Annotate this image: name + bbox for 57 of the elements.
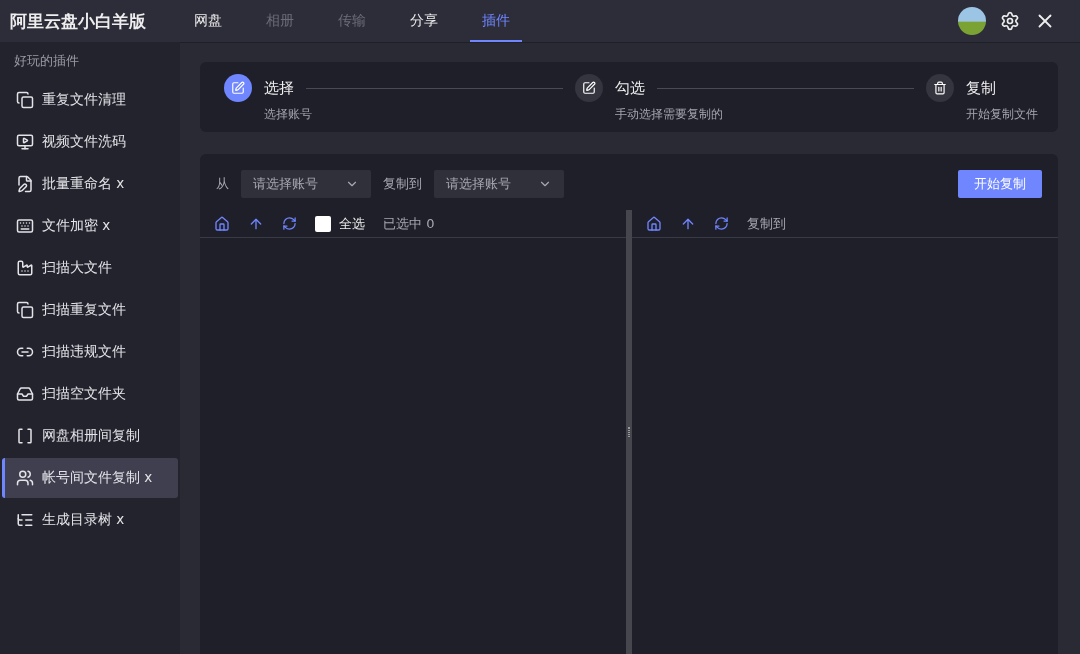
step-title: 选择 [264,79,294,98]
brackets-icon [16,427,34,445]
select-all-label: 全选 [339,214,365,233]
home-icon[interactable] [646,215,662,232]
from-label: 从 [216,175,229,193]
sidebar-item[interactable]: 批量重命名 x [2,164,178,204]
sidebar-item-label: 重复文件清理 [42,91,126,109]
sidebar-item-label: 网盘相册间复制 [42,427,140,445]
sidebar-item[interactable]: 扫描违规文件 [2,332,178,372]
account-select[interactable]: 请选择账号 [241,170,371,198]
users-icon [16,469,34,487]
app-title: 阿里云盘小白羊版 [10,9,147,33]
edit-icon [16,175,34,193]
sidebar-item-label: 视频文件洗码 [42,133,126,151]
copy-icon [16,91,34,109]
screen-icon [16,133,34,151]
tray-icon [16,385,34,403]
account-select[interactable]: 请选择账号 [434,170,564,198]
sidebar-item-label: 批量重命名 x [42,175,125,193]
sidebar-item[interactable]: 重复文件清理 [2,80,178,120]
sidebar-item[interactable]: 文件加密 x [2,206,178,246]
refresh-icon[interactable] [714,216,729,231]
sidebar-item-label: 扫描违规文件 [42,343,126,361]
nav-tab[interactable]: 网盘 [182,0,234,42]
sidebar-item[interactable]: 生成目录树 x [2,500,178,540]
factory-icon [16,259,34,277]
selected-count: 已选中 0 [383,214,435,233]
sidebar-item-label: 扫描空文件夹 [42,385,126,403]
step-description: 选择账号 [264,106,313,123]
sidebar-item[interactable]: 扫描空文件夹 [2,374,178,414]
nav-tab[interactable]: 分享 [398,0,450,42]
sidebar-item-label: 帐号间文件复制 x [42,469,153,487]
home-icon[interactable] [214,215,230,232]
sidebar-item[interactable]: 帐号间文件复制 x [2,458,178,498]
step-title: 勾选 [615,79,645,98]
step-description: 开始复制文件 [966,106,1038,123]
copy-to-label: 复制到 [383,175,422,193]
sidebar-item-label: 扫描重复文件 [42,301,126,319]
sidebar-item-label: 生成目录树 x [42,511,125,529]
nav-tab[interactable]: 插件 [470,0,522,42]
sidebar-item[interactable]: 网盘相册间复制 [2,416,178,456]
sidebar-heading: 好玩的插件 [13,52,80,70]
sidebar-item[interactable]: 视频文件洗码 [2,122,178,162]
step-description: 手动选择需要复制的 [615,106,724,123]
copy-icon [16,301,34,319]
keyboard-icon [16,217,34,235]
avatar[interactable] [958,7,986,35]
settings-icon[interactable] [1000,11,1020,31]
tree-icon [16,511,34,529]
sidebar-item[interactable]: 扫描大文件 [2,248,178,288]
refresh-icon[interactable] [282,216,297,231]
step-title: 复制 [966,79,996,98]
sidebar-item[interactable]: 扫描重复文件 [2,290,178,330]
copy-to-label: 复制到 [747,214,786,233]
sidebar-item-label: 扫描大文件 [42,259,112,277]
sidebar-item-label: 文件加密 x [42,217,111,235]
select-all-checkbox[interactable] [315,215,331,232]
